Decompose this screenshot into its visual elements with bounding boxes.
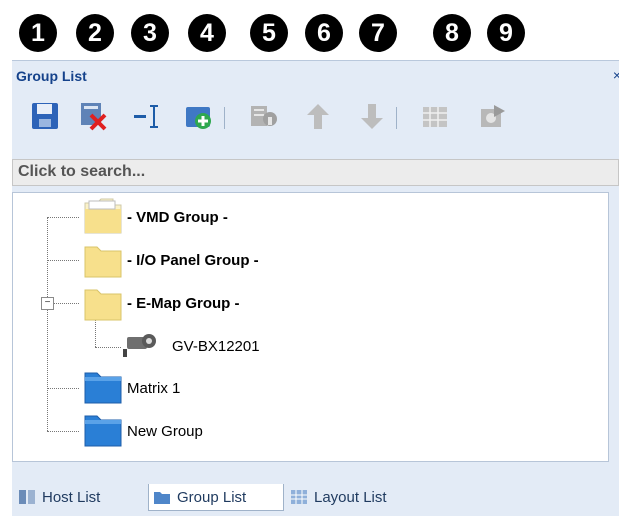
- rename-icon: [134, 105, 158, 128]
- blue-folder-icon: [84, 415, 122, 447]
- group-list-icon: [154, 492, 170, 504]
- move-up-button[interactable]: [303, 101, 333, 131]
- callout-3: 3: [131, 14, 169, 52]
- close-icon[interactable]: ×: [613, 67, 619, 83]
- panel-title: Group List: [16, 68, 87, 84]
- folder-icon: [84, 246, 122, 278]
- expand-collapse-toggle[interactable]: −: [41, 297, 54, 310]
- tree-connector: [47, 388, 79, 389]
- export-button[interactable]: [478, 101, 508, 131]
- toolbar: [12, 101, 619, 135]
- blue-folder-icon: [84, 372, 122, 404]
- properties-button[interactable]: [248, 101, 278, 131]
- callout-2: 2: [76, 14, 114, 52]
- layout-list-icon: [291, 490, 307, 504]
- tree-item-label: Matrix 1: [127, 380, 181, 397]
- tree-connector: [47, 217, 48, 431]
- callout-1: 1: [19, 14, 57, 52]
- toolbar-separator: [224, 107, 225, 129]
- host-list-icon: [19, 490, 35, 504]
- tree-item-label: GV-BX12201: [172, 338, 260, 355]
- add-group-icon: [186, 107, 211, 129]
- layout-button[interactable]: [420, 101, 450, 131]
- search-placeholder: Click to search...: [18, 163, 146, 180]
- tree-connector: [47, 217, 79, 218]
- tree-item-label: New Group: [127, 423, 203, 440]
- search-box[interactable]: Click to search...: [12, 159, 619, 186]
- callout-7: 7: [359, 14, 397, 52]
- tab-label: Layout List: [314, 489, 387, 506]
- bottom-tab-bar: Host List Group List Layout List: [12, 480, 619, 514]
- tab-layout-list[interactable]: Layout List: [286, 484, 426, 510]
- callout-9: 9: [487, 14, 525, 52]
- panel-title-bar: Group List ×: [12, 61, 619, 91]
- move-down-button[interactable]: [357, 101, 387, 131]
- delete-button[interactable]: [78, 101, 108, 131]
- toolbar-separator: [396, 107, 397, 129]
- callout-8: 8: [433, 14, 471, 52]
- save-icon: [32, 103, 58, 129]
- tab-host-list[interactable]: Host List: [14, 484, 146, 510]
- tree-connector: [95, 347, 121, 348]
- tree-item-label: - E-Map Group -: [127, 295, 240, 312]
- group-tree: − - VMD Group - - I/O Panel Group - - E-…: [12, 192, 609, 462]
- group-list-panel: Group List × Click to search... − - VMD …: [12, 60, 619, 516]
- callout-4: 4: [188, 14, 226, 52]
- tree-item-label: - I/O Panel Group -: [127, 252, 259, 269]
- tree-item-label: - VMD Group -: [127, 209, 228, 226]
- tree-connector: [47, 431, 79, 432]
- save-button[interactable]: [30, 101, 60, 131]
- layout-icon: [423, 107, 447, 127]
- export-icon: [481, 105, 505, 127]
- tab-label: Group List: [177, 489, 247, 506]
- folder-open-icon: [84, 198, 122, 234]
- folder-icon: [84, 289, 122, 321]
- tab-group-list[interactable]: Group List: [148, 484, 284, 511]
- delete-icon: [81, 103, 107, 131]
- tab-label: Host List: [42, 489, 101, 506]
- move-down-icon: [361, 104, 383, 129]
- callout-6: 6: [305, 14, 343, 52]
- properties-icon: [251, 106, 277, 126]
- move-up-icon: [307, 104, 329, 129]
- rename-button[interactable]: [132, 101, 162, 131]
- camera-icon: [123, 334, 156, 357]
- tree-connector: [47, 260, 79, 261]
- callout-5: 5: [250, 14, 288, 52]
- add-group-button[interactable]: [184, 101, 214, 131]
